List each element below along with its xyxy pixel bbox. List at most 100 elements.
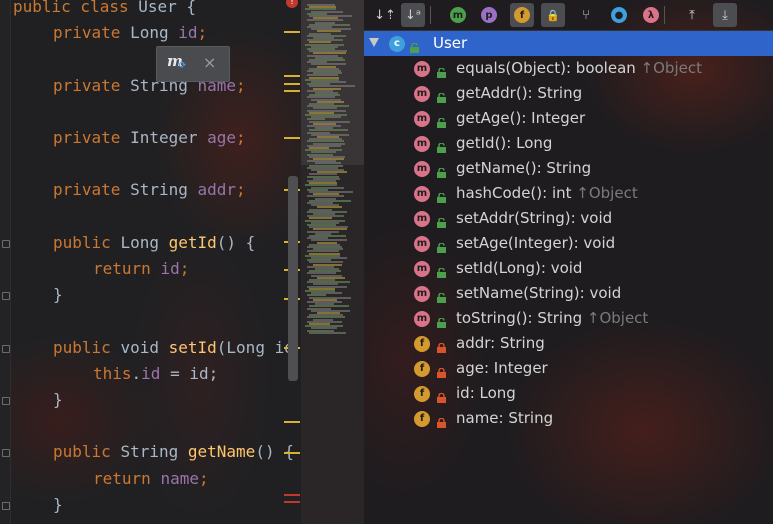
code-text: public class User { bbox=[13, 0, 196, 16]
collapse-all-button[interactable]: ⤓ bbox=[713, 3, 737, 27]
tree-node-method[interactable]: m getId(): Long bbox=[364, 131, 773, 156]
expression: = id; bbox=[160, 363, 219, 383]
code-minimap[interactable] bbox=[301, 0, 364, 524]
tree-node-method[interactable]: m setId(Long): void bbox=[364, 256, 773, 281]
member-signature: getAge(): Integer bbox=[456, 109, 586, 127]
stripe-marker[interactable] bbox=[284, 501, 300, 503]
stripe-marker[interactable] bbox=[284, 137, 300, 139]
public-lock-icon bbox=[437, 63, 446, 78]
method-icon: m bbox=[414, 136, 430, 152]
private-lock-icon bbox=[437, 363, 446, 378]
show-fields-button[interactable]: f bbox=[510, 3, 534, 27]
editor-gutter bbox=[0, 0, 11, 524]
collapse-all-icon: ⤓ bbox=[722, 7, 728, 23]
tree-node-label: getName(): String bbox=[456, 156, 591, 181]
punct: { bbox=[176, 0, 197, 16]
tree-node-method[interactable]: m getName(): String bbox=[364, 156, 773, 181]
type-name: String bbox=[130, 180, 198, 200]
member-signature: equals(Object): boolean bbox=[456, 59, 636, 77]
code-line[interactable]: this.id = id; bbox=[13, 361, 218, 387]
show-lambdas-button[interactable]: λ bbox=[639, 3, 663, 27]
code-line[interactable]: public Long getId() { bbox=[13, 230, 255, 256]
stripe-marker[interactable] bbox=[284, 452, 300, 454]
tree-node-label: name: String bbox=[456, 406, 553, 431]
method-icon: m bbox=[414, 261, 430, 277]
public-lock-icon bbox=[437, 88, 446, 103]
public-lock-icon bbox=[437, 113, 446, 128]
member-signature: getId(): Long bbox=[456, 134, 553, 152]
tree-node-field[interactable]: f addr: String bbox=[364, 331, 773, 356]
public-lock-icon bbox=[437, 213, 446, 228]
show-properties-icon: p bbox=[481, 7, 497, 23]
tree-node-method[interactable]: m getAddr(): String bbox=[364, 81, 773, 106]
stripe-marker[interactable] bbox=[284, 75, 300, 77]
editor-scrollbar[interactable] bbox=[288, 176, 298, 381]
keyword: private bbox=[53, 23, 131, 43]
sort-alphabetically-icon: ↓ᵃ bbox=[405, 7, 421, 23]
tree-node-method[interactable]: m setName(String): void bbox=[364, 281, 773, 306]
stripe-marker[interactable] bbox=[284, 421, 300, 423]
code-line[interactable]: return id; bbox=[13, 256, 189, 282]
private-lock-icon bbox=[437, 413, 446, 428]
field-name: id bbox=[178, 23, 198, 43]
stripe-marker[interactable] bbox=[284, 494, 300, 496]
code-line[interactable]: private Integer age; bbox=[13, 125, 246, 151]
tree-node-label: hashCode(): int ↑Object bbox=[456, 181, 638, 206]
code-editor[interactable]: public class User {private Long id; priva… bbox=[0, 0, 301, 524]
tree-node-label: getId(): Long bbox=[456, 131, 552, 156]
tree-node-field[interactable]: f name: String bbox=[364, 406, 773, 431]
fold-open-icon[interactable] bbox=[2, 344, 10, 353]
tree-node-root[interactable]: c User bbox=[364, 31, 773, 56]
show-hierarchy-button[interactable]: ⑂ bbox=[574, 3, 598, 27]
tree-node-method[interactable]: m equals(Object): boolean ↑Object bbox=[364, 56, 773, 81]
fold-open-icon[interactable] bbox=[2, 239, 10, 248]
show-non-public-button[interactable]: 🔒 bbox=[541, 3, 565, 27]
code-text: return id; bbox=[93, 259, 189, 278]
stripe-marker[interactable] bbox=[284, 90, 300, 92]
sort-alphabetically-button[interactable]: ↓ᵃ bbox=[401, 3, 425, 27]
show-properties-button[interactable]: p bbox=[477, 3, 501, 27]
punct: ; bbox=[236, 75, 246, 95]
type-name: Long bbox=[120, 232, 169, 252]
field-ref: name bbox=[160, 468, 199, 488]
stripe-marker[interactable] bbox=[284, 83, 300, 85]
keyword: private bbox=[53, 180, 131, 200]
method-popup[interactable]: m ⟳ × bbox=[156, 46, 230, 82]
expand-arrow-icon[interactable] bbox=[369, 38, 379, 47]
show-inherited-button[interactable]: m bbox=[446, 3, 470, 27]
anonymous-classes-button[interactable]: ● bbox=[607, 3, 631, 27]
code-line[interactable]: private Long id; bbox=[13, 20, 207, 46]
code-line[interactable]: } bbox=[13, 492, 63, 518]
stripe-marker[interactable] bbox=[284, 31, 300, 33]
fold-close-icon[interactable] bbox=[2, 501, 10, 510]
code-line[interactable]: } bbox=[13, 387, 63, 413]
tree-node-method[interactable]: m getAge(): Integer bbox=[364, 106, 773, 131]
code-line[interactable]: public class User { bbox=[13, 0, 196, 20]
tree-node-field[interactable]: f age: Integer bbox=[364, 356, 773, 381]
fold-close-icon[interactable] bbox=[2, 397, 10, 405]
tree-node-method[interactable]: m hashCode(): int ↑Object bbox=[364, 181, 773, 206]
error-icon[interactable]: ! bbox=[286, 0, 298, 8]
public-lock-icon bbox=[437, 138, 446, 153]
code-line[interactable]: } bbox=[13, 282, 63, 308]
field-icon: f bbox=[414, 386, 430, 402]
tree-node-method[interactable]: m setAge(Integer): void bbox=[364, 231, 773, 256]
sort-by-visibility-button[interactable]: ↓⇡ bbox=[373, 3, 397, 27]
method-icon: m bbox=[414, 111, 430, 127]
tree-node-method[interactable]: m toString(): String ↑Object bbox=[364, 306, 773, 331]
tree-node-label: age: Integer bbox=[456, 356, 548, 381]
method-icon[interactable]: m ⟳ bbox=[167, 52, 189, 74]
fold-close-icon[interactable] bbox=[2, 292, 10, 301]
fold-open-icon[interactable] bbox=[2, 449, 10, 458]
code-line[interactable]: return name; bbox=[13, 466, 209, 492]
code-line[interactable]: private String addr; bbox=[13, 177, 246, 203]
tree-node-method[interactable]: m setAddr(String): void bbox=[364, 206, 773, 231]
member-signature: setAddr(String): void bbox=[456, 209, 613, 227]
code-line[interactable]: public String getName() { bbox=[13, 439, 294, 465]
code-line[interactable]: public void setId(Long id bbox=[13, 335, 294, 361]
close-icon[interactable]: × bbox=[203, 53, 216, 72]
expand-all-button[interactable]: ⤒ bbox=[680, 3, 704, 27]
tree-node-field[interactable]: f id: Long bbox=[364, 381, 773, 406]
field-name: age bbox=[207, 128, 237, 147]
code-text: public void setId(Long id bbox=[53, 338, 294, 357]
